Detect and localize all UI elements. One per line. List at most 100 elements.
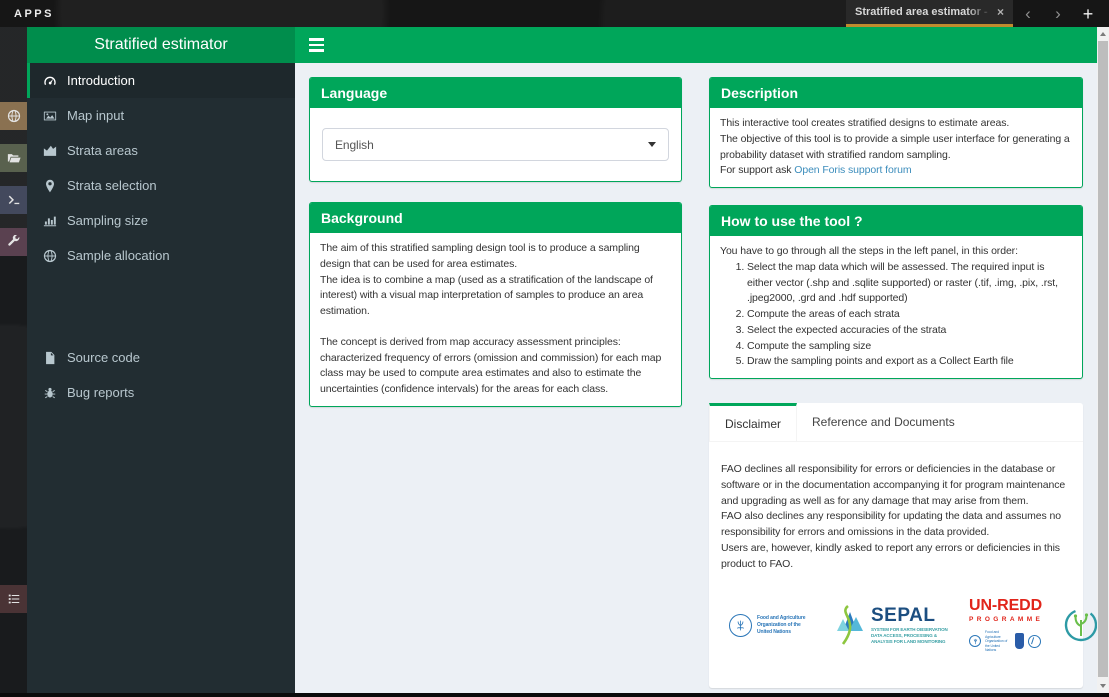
screen: APPS Stratified area estimator - De × ‹ … (0, 0, 1109, 697)
back-icon[interactable]: ‹ (1013, 0, 1043, 27)
un-redd-partner-icons: Food and Agriculture Organization of the… (969, 630, 1041, 653)
top-bar-spacer (54, 0, 846, 27)
tab-row: Disclaimer Reference and Documents (709, 403, 1083, 442)
terminal-icon[interactable] (0, 186, 27, 214)
fao-logo: Food and Agriculture Organization of the… (729, 613, 813, 637)
disclaimer-line: FAO declines all responsibility for erro… (721, 463, 1066, 507)
background-paragraph: The idea is to combine a map (used as a … (320, 273, 653, 318)
globe-icon (42, 249, 57, 263)
tasks-list-icon[interactable] (0, 585, 27, 613)
tab-title: Stratified area estimator - De (855, 6, 991, 18)
sepal-mountains-icon (837, 605, 863, 646)
language-panel-title: Language (310, 78, 681, 108)
folder-open-icon[interactable] (0, 144, 27, 172)
hamburger-icon[interactable] (295, 27, 337, 63)
sepal-logo-text: SEPAL (871, 604, 936, 626)
description-panel-title: Description (710, 78, 1082, 108)
howto-step: Draw the sampling points and export as a… (747, 354, 1072, 370)
area-chart-icon (42, 144, 57, 158)
disclaimer-content: FAO declines all responsibility for erro… (709, 442, 1109, 688)
apps-brand: APPS (14, 7, 54, 20)
howto-step: Select the expected accuracies of the st… (747, 323, 1072, 339)
main-row: Stratified estimator Introduction Map in… (0, 27, 1109, 693)
sidebar-item-introduction[interactable]: Introduction (27, 63, 295, 98)
map-marker-icon (42, 179, 57, 193)
tab-label: Disclaimer (725, 416, 782, 431)
sidebar: Stratified estimator Introduction Map in… (27, 27, 295, 693)
fao-mini-logo (969, 635, 981, 648)
disclaimer-line: Users are, however, kindly asked to repo… (721, 541, 1060, 570)
openforis-tree-icon (1065, 609, 1098, 642)
bottom-edge (0, 693, 1109, 697)
tab-disclaimer[interactable]: Disclaimer (709, 403, 798, 441)
content-grid: Language English Background The aim of t… (295, 63, 1109, 688)
partner-logos: Food and Agriculture Organization of the… (721, 598, 1109, 652)
sidebar-item-label: Map input (67, 108, 125, 123)
open-foris-forum-link[interactable]: Open Foris support forum (794, 164, 911, 176)
fao-emblem-icon (729, 613, 752, 637)
sidebar-item-label: Sampling size (67, 213, 148, 228)
howto-step: Compute the areas of each strata (747, 307, 1072, 323)
howto-steps: Select the map data which will be assess… (720, 260, 1072, 370)
browser-tab[interactable]: Stratified area estimator - De × (846, 0, 1013, 27)
bug-icon (42, 386, 57, 400)
howto-step: Select the map data which will be assess… (747, 260, 1072, 307)
sidebar-item-label: Introduction (67, 73, 135, 88)
howto-panel: How to use the tool ? You have to go thr… (709, 205, 1083, 379)
app-dock (0, 27, 27, 693)
content-area: Language English Background The aim of t… (295, 27, 1109, 693)
sidebar-item-source-code[interactable]: Source code (27, 340, 295, 375)
sidebar-item-label: Strata areas (67, 143, 138, 158)
un-redd-logo-text: UN-REDD (969, 597, 1043, 615)
scrollbar-thumb[interactable] (1098, 41, 1108, 677)
description-support-line: For support ask Open Foris support forum (720, 163, 1072, 179)
description-line: This interactive tool creates stratified… (720, 117, 1010, 129)
sidebar-item-sampling-size[interactable]: Sampling size (27, 203, 295, 238)
content-navbar (295, 27, 1097, 63)
scroll-up-icon[interactable] (1097, 27, 1109, 41)
sidebar-item-map-input[interactable]: Map input (27, 98, 295, 133)
howto-panel-title: How to use the tool ? (710, 206, 1082, 236)
dropdown-caret-icon (648, 142, 656, 147)
sidebar-item-sample-allocation[interactable]: Sample allocation (27, 238, 295, 273)
howto-step: Compute the sampling size (747, 339, 1072, 355)
background-panel-title: Background (310, 203, 681, 233)
description-line: The objective of this tool is to provide… (720, 132, 1070, 161)
un-redd-logo: UN-REDD PROGRAMME Food and Agriculture O… (969, 598, 1043, 652)
sidebar-item-label: Bug reports (67, 385, 135, 400)
bar-chart-icon (42, 214, 57, 228)
fao-mini-text: Food and Agriculture Organization of the… (985, 630, 1008, 653)
sidebar-item-strata-selection[interactable]: Strata selection (27, 168, 295, 203)
globe-app-icon[interactable] (0, 102, 27, 130)
new-tab-icon[interactable]: + (1073, 0, 1103, 27)
sidebar-item-label: Strata selection (67, 178, 157, 193)
tab-reference-and-documents[interactable]: Reference and Documents (797, 403, 970, 441)
file-icon (42, 351, 57, 365)
forward-icon[interactable]: › (1043, 0, 1073, 27)
description-panel: Description This interactive tool create… (709, 77, 1083, 188)
howto-intro: You have to go through all the steps in … (720, 245, 1018, 257)
support-prefix: For support ask (720, 164, 795, 177)
app-top-bar: APPS Stratified area estimator - De × ‹ … (0, 0, 1109, 27)
language-select-value: English (335, 137, 374, 152)
sidebar-item-label: Source code (67, 350, 140, 365)
sidebar-item-bug-reports[interactable]: Bug reports (27, 375, 295, 410)
sidebar-menu: Introduction Map input Strata areas Stra… (27, 63, 295, 273)
scroll-down-icon[interactable] (1097, 679, 1109, 693)
language-panel: Language English (309, 77, 682, 182)
language-select[interactable]: English (322, 128, 669, 161)
dashboard-icon (42, 74, 57, 88)
sidebar-links: Source code Bug reports (27, 340, 295, 410)
close-icon[interactable]: × (997, 6, 1004, 18)
sepal-logo-subtext: SYSTEM FOR EARTH OBSERVATION DATA ACCESS… (871, 626, 948, 645)
fao-logo-text: Food and Agriculture Organization of the… (757, 615, 806, 635)
un-redd-logo-subtext: PROGRAMME (969, 616, 1044, 624)
disclaimer-line: FAO also declines any responsibility for… (721, 510, 1061, 538)
sepal-logo: SEPAL SYSTEM FOR EARTH OBSERVATION DATA … (833, 604, 949, 646)
image-icon (42, 109, 57, 123)
content-scrollbar[interactable] (1097, 27, 1109, 693)
background-panel: Background The aim of this stratified sa… (309, 202, 682, 407)
sidebar-item-strata-areas[interactable]: Strata areas (27, 133, 295, 168)
unep-mini-logo (1028, 634, 1041, 648)
wrench-icon[interactable] (0, 228, 27, 256)
